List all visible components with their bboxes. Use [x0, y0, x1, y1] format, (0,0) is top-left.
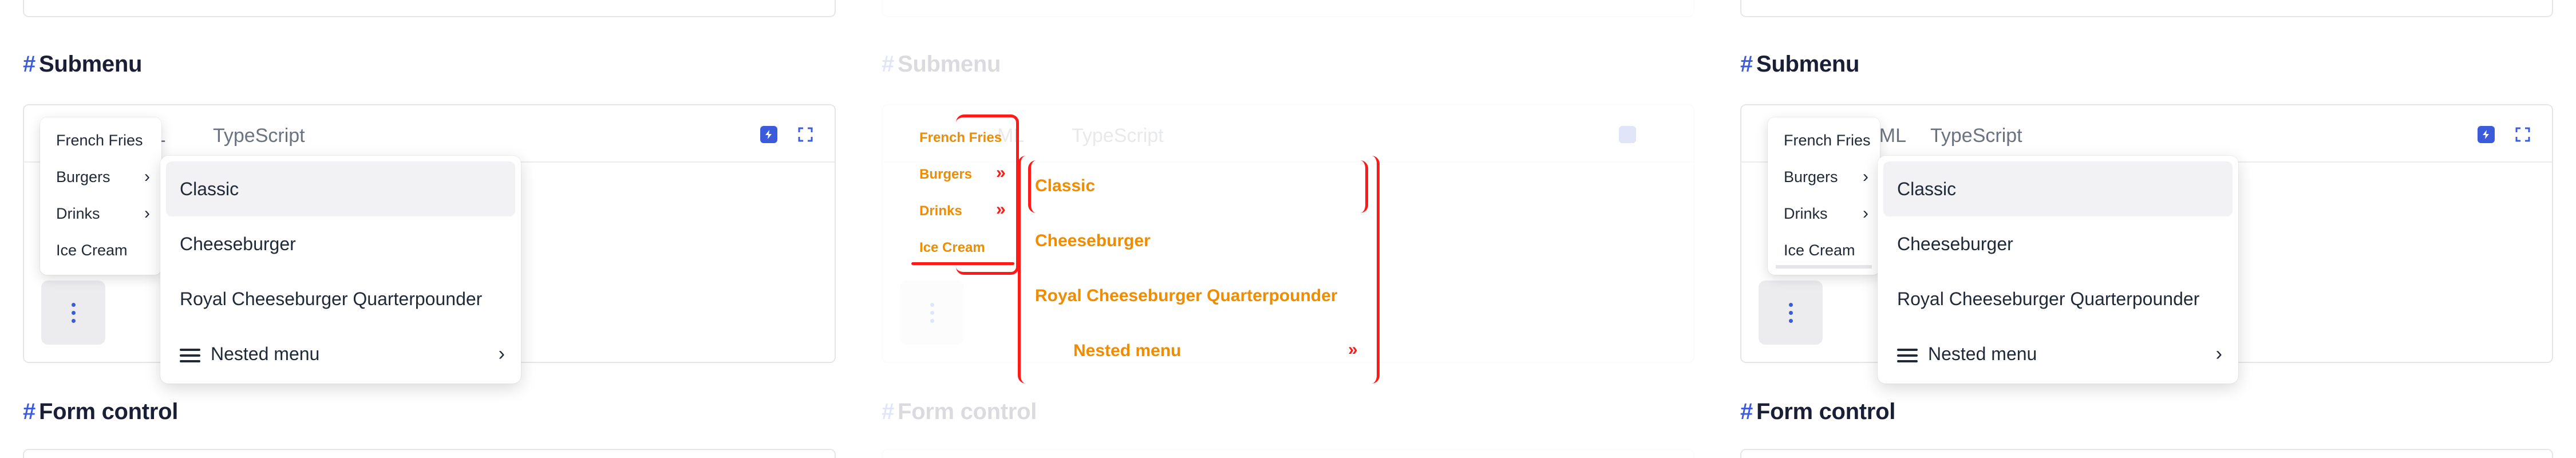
expand-icon[interactable] [2514, 126, 2531, 143]
dot [71, 318, 76, 323]
submenu-item-label: Royal Cheeseburger Quarterpounder [180, 289, 483, 309]
outline-underline [911, 262, 1014, 265]
chevron-right-icon: › [144, 204, 150, 223]
menu-item-ice-cream[interactable]: Ice Cream [40, 232, 161, 269]
expand-icon[interactable] [797, 126, 814, 143]
dot [1788, 318, 1793, 323]
submenu-item-label: Classic [1897, 179, 1957, 199]
section-title-text: Submenu [38, 52, 143, 77]
section-title-form-control: # Form control [23, 399, 178, 425]
section-title-submenu: # Submenu [1740, 52, 1859, 77]
menu-item-drinks[interactable]: Drinks › [1768, 195, 1880, 232]
menu-item-label: French Fries [56, 132, 143, 149]
dropdown-menu: French Fries Burgers › Drinks › Ice Cream [40, 117, 161, 275]
submenu-item-royal[interactable]: Royal Cheeseburger Quarterpounder [160, 271, 521, 326]
menu-item-label: Drinks [56, 205, 100, 222]
menu-item-label: Drinks [1784, 205, 1828, 222]
menu-item-burgers[interactable]: Burgers › [1768, 159, 1880, 195]
menu-lines-icon [180, 345, 200, 366]
menu-item-drinks[interactable]: Drinks › [40, 195, 161, 232]
menu-lines-icon [1897, 345, 1918, 366]
anchor-hash-link[interactable]: # [23, 52, 35, 77]
outline-marker [956, 114, 1019, 275]
section-title-text: Submenu [897, 52, 1001, 77]
menu-item-ice-cream[interactable]: Ice Cream [1776, 232, 1872, 269]
next-demo-card [882, 449, 1694, 458]
dot [1788, 310, 1793, 315]
tab-typescript[interactable]: TypeScript [1930, 125, 2022, 147]
submenu-item-label: Cheeseburger [180, 234, 296, 254]
previous-demo-card [23, 0, 836, 17]
anchor-hash-link[interactable]: # [1740, 52, 1753, 77]
submenu-item-classic[interactable]: Classic [1883, 161, 2233, 216]
section-title-text: Form control [38, 399, 179, 424]
menu-trigger-button[interactable] [1759, 281, 1823, 345]
submenu-item-royal[interactable]: Royal Cheeseburger Quarterpounder [1878, 271, 2238, 326]
menu-item-label: Ice Cream [56, 242, 128, 259]
chevron-right-icon: › [1863, 204, 1868, 223]
dot [1788, 302, 1793, 307]
tab-typescript[interactable]: TypeScript [1072, 125, 1164, 147]
next-demo-card [23, 449, 836, 458]
menu-item-french-fries[interactable]: French Fries [40, 122, 161, 159]
section-title-form-control: # Form control [882, 399, 1037, 425]
section-title-submenu: # Submenu [23, 52, 142, 77]
dot [930, 302, 934, 307]
submenu-item-label: Royal Cheeseburger Quarterpounder [1897, 289, 2200, 309]
anchor-hash-link[interactable]: # [1740, 399, 1753, 424]
submenu-item-label: Nested menu [1928, 344, 2037, 364]
outline-marker [1028, 160, 1368, 213]
section-title-submenu: # Submenu [882, 52, 1001, 77]
submenu-item-nested[interactable]: Nested menu › [160, 326, 521, 381]
submenu-item-label: Nested menu [211, 344, 320, 364]
menu-trigger-button[interactable] [900, 281, 964, 345]
section-title-form-control: # Form control [1740, 399, 1895, 425]
submenu-item-cheeseburger[interactable]: Cheeseburger [160, 216, 521, 271]
dot [930, 318, 934, 323]
submenu-item-nested[interactable]: Nested menu › [1878, 326, 2238, 381]
menu-item-burgers[interactable]: Burgers › [40, 159, 161, 195]
panel-reproduction: # Submenu TML TypeScript French Fries Bur… [1717, 0, 2576, 458]
menu-item-label: Burgers [1784, 168, 1838, 185]
menu-item-label: Ice Cream [1784, 242, 1855, 259]
section-title-text: Form control [897, 399, 1037, 424]
menu-item-french-fries[interactable]: French Fries [1768, 122, 1880, 159]
submenu-item-cheeseburger[interactable]: Cheeseburger [1878, 216, 2238, 271]
dot [71, 310, 76, 315]
tab-typescript[interactable]: TypeScript [213, 125, 305, 147]
menu-item-label: Burgers [56, 168, 110, 185]
submenu: Classic Cheeseburger Royal Cheeseburger … [1878, 156, 2238, 384]
anchor-hash-link[interactable]: # [23, 399, 35, 424]
expand-icon[interactable] [1656, 126, 1673, 143]
next-demo-card [1740, 449, 2553, 458]
previous-demo-card [882, 0, 1694, 17]
dot [930, 310, 934, 315]
menu-trigger-button[interactable] [41, 281, 105, 345]
section-title-text: Form control [1756, 399, 1896, 424]
chevron-right-icon: › [2215, 343, 2222, 365]
bolt-icon[interactable] [760, 126, 777, 143]
dropdown-menu: French Fries Burgers › Drinks › Ice Cream [1768, 117, 1880, 275]
bolt-icon[interactable] [1619, 126, 1636, 143]
dot [71, 302, 76, 307]
previous-demo-card [1740, 0, 2553, 17]
chevron-right-icon: › [144, 167, 150, 186]
submenu-item-label: Cheeseburger [1897, 234, 2013, 254]
submenu-item-classic[interactable]: Classic [166, 161, 515, 216]
chevron-right-icon: › [1863, 167, 1868, 186]
submenu-item-label: Classic [180, 179, 239, 199]
anchor-hash-link[interactable]: # [882, 399, 894, 424]
menu-item-label: French Fries [1784, 132, 1871, 149]
panel-original: #Submenu ML TypeScript French Fries Burg… [0, 0, 859, 458]
anchor-hash-link[interactable]: # [882, 52, 894, 77]
bolt-icon[interactable] [2478, 126, 2495, 143]
chevron-right-icon: › [498, 343, 505, 365]
section-title-text: Submenu [1756, 52, 1860, 77]
submenu: Classic Cheeseburger Royal Cheeseburger … [160, 156, 521, 384]
panel-diff-overlay: # Submenu ML TypeScript # Form control Fre… [859, 0, 1717, 458]
